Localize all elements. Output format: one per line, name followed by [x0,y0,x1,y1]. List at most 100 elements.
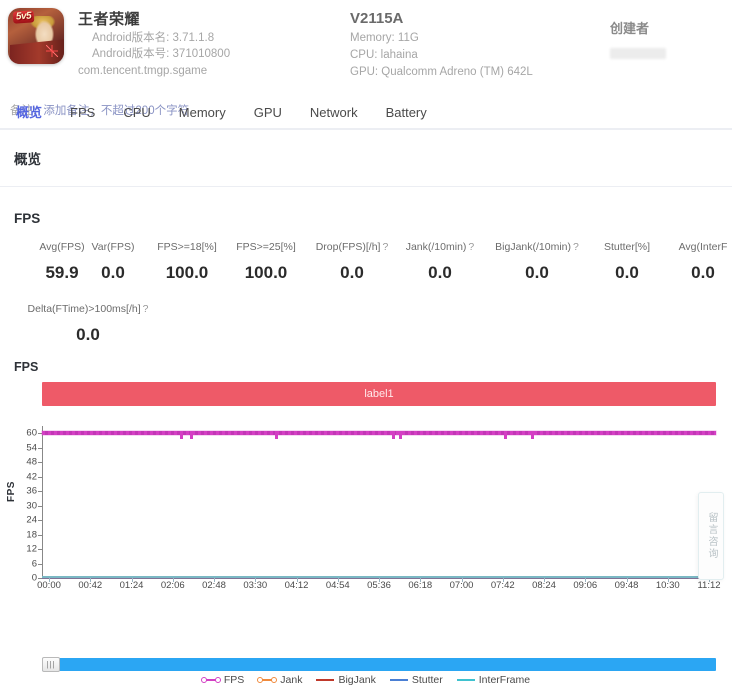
app-header: 5v5 王者荣耀 Android版本名: 3.71.1.8 Android版本号… [0,0,732,129]
metric-bigjank-10min-: BigJank(/10min)? 0.0 [485,240,589,284]
metric-help-icon[interactable]: ? [143,303,149,315]
y-axis-tick-label: 54 [26,442,37,454]
icon-spark-art [46,45,58,57]
y-axis-tick-label: 12 [26,543,37,555]
range-slider-handle[interactable]: ||| [42,657,60,672]
legend-label: FPS [223,674,245,686]
y-axis-tick-label: 48 [26,456,37,468]
metric-label: Drop(FPS)[/h]? [315,241,389,253]
x-axis-tick-mark [90,578,92,582]
legend-item-Stutter[interactable]: Stutter [389,674,443,686]
metric-value: 0.0 [525,263,549,282]
metric-label: BigJank(/10min)? [495,241,579,253]
tab-CPU[interactable]: CPU [109,96,164,129]
legend-swatch-Stutter-icon [389,676,408,684]
series-line-FPS [42,431,716,436]
overview-title: 概览 [14,152,41,167]
metric-fps-25-: FPS>=25[%] 100.0 [224,240,308,284]
x-axis-tick-mark [131,578,133,582]
device-gpu: GPU: Qualcomm Adreno (TM) 642L [350,66,533,78]
x-axis-tick-mark [667,578,669,582]
series-FPS-dip-marker [530,431,534,440]
legend-label: Jank [280,674,303,686]
metric-var-fps-: Var(FPS) 0.0 [78,240,148,284]
fps-section-title: FPS [14,211,41,226]
fps-chart-title: FPS [14,360,39,374]
device-model: V2115A [350,10,404,27]
legend-label: InterFrame [478,674,531,686]
metric-value: 0.0 [76,325,100,344]
metric-value: 0.0 [428,263,452,282]
metric-value: 100.0 [244,263,288,282]
y-axis-tick-label: 42 [26,471,37,483]
metric-label: Avg(InterF [678,241,728,253]
metric-label: Delta(FTime)>100ms[/h]? [27,303,149,315]
chart-label-bar[interactable]: label1 [42,382,716,406]
metric-help-icon[interactable]: ? [468,241,474,253]
chart-y-axis-title: FPS [6,481,17,502]
overview-section: 概览 [0,130,732,187]
metric-value: 0.0 [340,263,364,282]
series-FPS-dip-marker [274,431,278,440]
honor-of-kings-icon: 5v5 [8,8,64,64]
x-axis-tick-mark [214,578,215,582]
x-axis-tick-mark [337,578,339,582]
consult-side-tab-label: 留言咨询 [706,512,717,560]
y-axis-tick-label: 60 [26,427,37,439]
tab-概览[interactable]: 概览 [2,96,56,129]
fps-section: FPS Avg(FPS) 59.9 Var(FPS) 0.0 FPS>=18[%] 100… [0,193,732,360]
series-FPS-dip-marker [503,431,507,440]
fps-metrics-row-2: Delta(FTime)>100ms[/h]? 0.0 [0,302,732,360]
x-axis-tick-mark [296,578,298,582]
metric-value: 0.0 [615,263,639,282]
x-axis-tick-mark [172,578,174,582]
series-FPS-dip-marker [392,431,396,440]
metric-delta-ftime-100ms-h-: Delta(FTime)>100ms[/h]? 0.0 [22,302,154,346]
chart-range-slider[interactable]: ||| [42,657,716,672]
y-axis-tick-label: 30 [26,500,37,512]
metric-value: 0.0 [101,263,125,282]
app-text-block: 王者荣耀 Android版本名: 3.71.1.8 Android版本号: 37… [78,8,230,79]
series-FPS-dip-marker [180,431,184,440]
metric-stutter-: Stutter[%] 0.0 [589,240,665,284]
metric-label: Stutter[%] [603,241,651,253]
metric-jank-10min-: Jank(/10min)? 0.0 [394,240,486,284]
tab-Memory[interactable]: Memory [165,96,240,129]
device-cpu: CPU: lahaina [350,49,418,61]
x-axis-tick-mark [544,578,545,582]
x-axis-tick-mark [49,578,50,582]
creator-block: 创建者 [610,20,666,59]
creator-value-redacted [610,48,666,59]
tab-GPU[interactable]: GPU [240,96,296,129]
app-package-name: com.tencent.tmgp.sgame [78,65,208,77]
legend-swatch-FPS-icon [200,676,221,684]
y-axis-tick-label: 36 [26,485,37,497]
legend-item-FPS[interactable]: FPS [200,674,245,686]
tab-Network[interactable]: Network [296,96,372,129]
app-info-block: 5v5 王者荣耀 Android版本名: 3.71.1.8 Android版本号… [8,8,230,79]
device-info-block: V2115A Memory: 11G CPU: lahaina GPU: Qua… [350,8,533,81]
x-axis-tick-mark [379,578,380,582]
metric-help-icon[interactable]: ? [382,241,388,253]
legend-label: BigJank [338,674,376,686]
metric-fps-18-: FPS>=18[%] 100.0 [145,240,229,284]
icon-5v5-badge: 5v5 [12,10,35,24]
metric-label: FPS>=18[%] [157,241,217,253]
legend-swatch-BigJank-icon [316,676,335,684]
metric-label: FPS>=25[%] [236,241,296,253]
metric-help-icon[interactable]: ? [573,241,579,253]
metric-label: Var(FPS) [91,241,135,253]
legend-item-BigJank[interactable]: BigJank [316,674,376,686]
legend-swatch-Jank-icon [257,676,278,684]
x-axis-tick-mark [585,578,587,582]
x-axis-tick-mark [626,578,628,582]
x-axis-tick-mark [255,578,257,582]
x-axis-tick-mark [502,578,504,582]
y-axis-tick-label: 18 [26,529,37,541]
legend-item-Jank[interactable]: Jank [257,674,303,686]
tab-Battery[interactable]: Battery [372,96,441,129]
legend-item-InterFrame[interactable]: InterFrame [456,674,531,686]
legend-label: Stutter [411,674,443,686]
tab-FPS[interactable]: FPS [56,96,109,129]
consult-side-tab[interactable]: 留言咨询 [698,492,724,580]
